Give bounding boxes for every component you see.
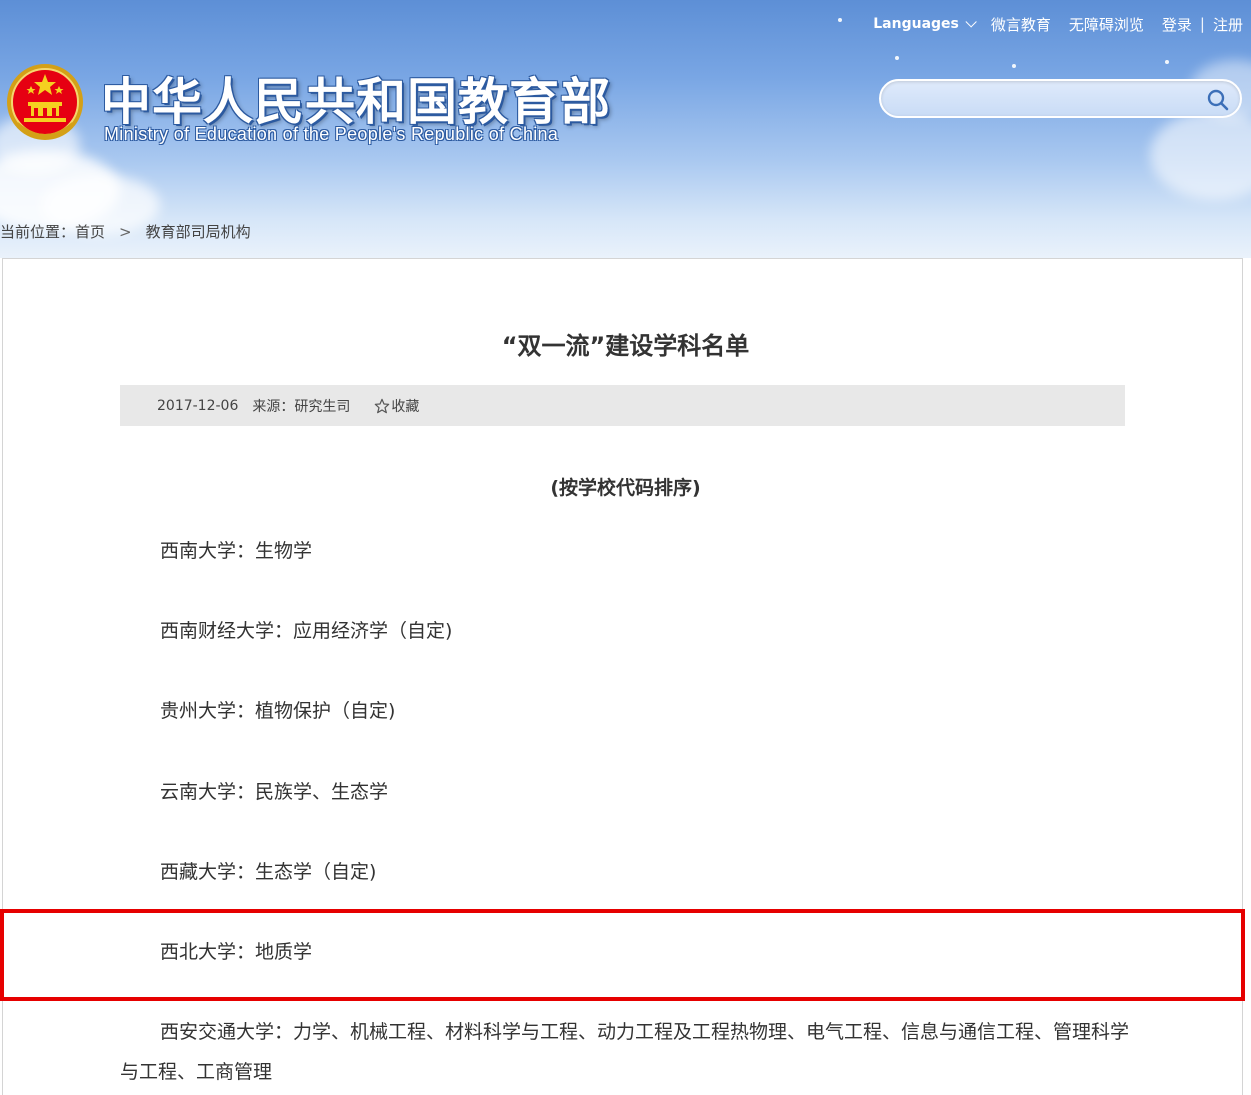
breadcrumb-current-link[interactable]: 教育部司局机构 [146, 221, 251, 242]
search-box [879, 79, 1242, 118]
breadcrumb-label: 当前位置： [0, 223, 76, 241]
favorite-button[interactable]: 收藏 [374, 396, 419, 416]
list-item: 云南大学：民族学、生态学 [160, 781, 389, 803]
star-outline-icon [375, 398, 390, 413]
search-input[interactable] [895, 85, 1195, 112]
chevron-down-icon [965, 16, 977, 28]
publish-date: 2017-12-06 [157, 397, 239, 414]
article-subtitle: (按学校代码排序) [550, 477, 701, 499]
list-item: 贵州大学：植物保护（自定) [160, 700, 396, 722]
list-item: 西南大学：生物学 [160, 540, 313, 562]
nav-separator: | [1199, 15, 1205, 33]
register-link[interactable]: 注册 [1213, 14, 1243, 35]
header-sparkle [1165, 60, 1169, 64]
top-navigation: Languages 微言教育 无障碍浏览 登录 | 注册 [873, 12, 1243, 36]
breadcrumb-home-link[interactable]: 首页 [75, 221, 105, 242]
article-meta-bar: 2017-12-06 来源：研究生司 收藏 [120, 385, 1125, 426]
login-link[interactable]: 登录 [1162, 14, 1192, 35]
languages-dropdown[interactable]: Languages [873, 16, 977, 32]
list-item: 西安交通大学：力学、机械工程、材料科学与工程、动力工程及工程热物理、电气工程、信… [120, 1021, 1130, 1083]
weiyan-education-link[interactable]: 微言教育 [991, 14, 1051, 35]
list-item: 西藏大学：生态学（自定) [160, 861, 377, 883]
list-item: 西南财经大学：应用经济学（自定) [160, 620, 453, 642]
site-header: Languages 微言教育 无障碍浏览 登录 | 注册 中华人民共和国教育部 … [0, 0, 1251, 258]
header-sparkle [838, 18, 842, 22]
breadcrumb-separator: > [119, 222, 132, 241]
magnifier-icon[interactable] [1206, 88, 1230, 112]
accessibility-link[interactable]: 无障碍浏览 [1069, 14, 1144, 35]
languages-label: Languages [873, 16, 959, 32]
article-title: “双一流”建设学科名单 [501, 332, 750, 360]
favorite-label: 收藏 [391, 398, 420, 415]
national-emblem-icon [7, 64, 83, 140]
list-item: 西北大学：地质学 [160, 941, 313, 963]
header-cloud [1150, 110, 1251, 200]
article-source: 来源：研究生司 [252, 398, 351, 415]
header-sparkle [1012, 64, 1016, 68]
breadcrumb: 当前位置： 首页 > 教育部司局机构 [0, 221, 251, 242]
site-title-english: Ministry of Education of the People's Re… [104, 124, 559, 144]
header-sparkle [895, 56, 899, 60]
